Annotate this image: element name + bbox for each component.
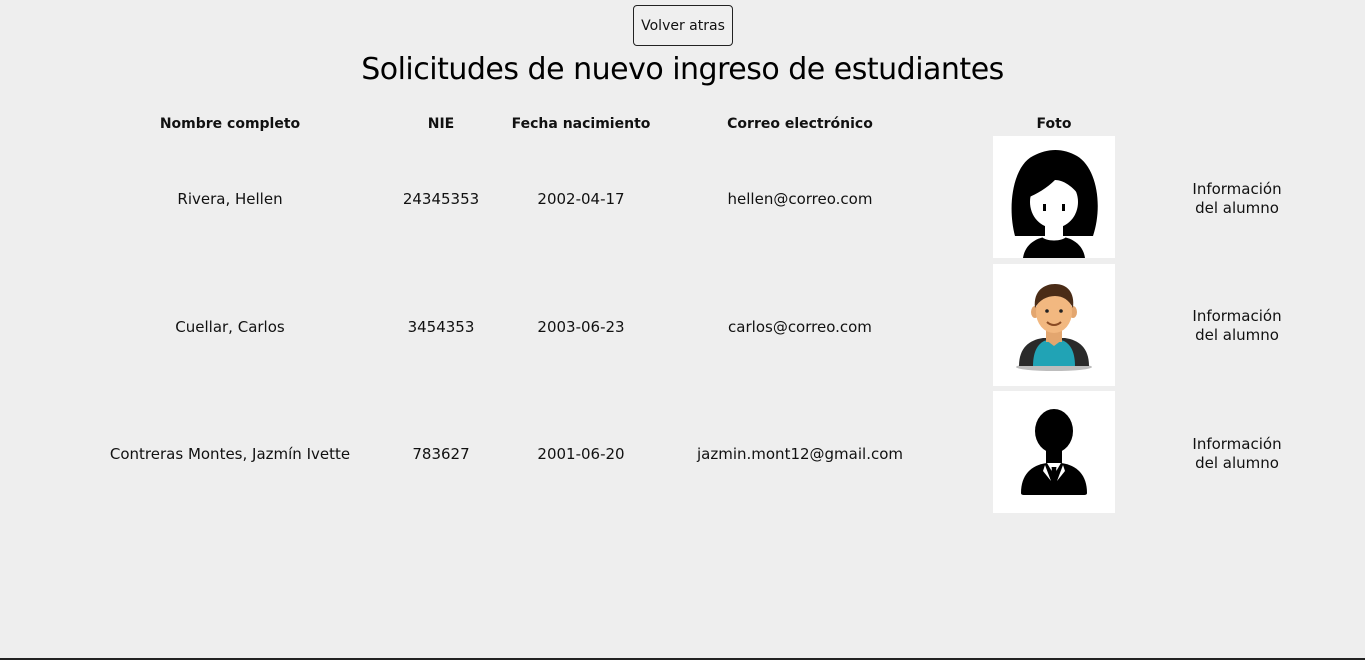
- column-header-photo: Foto: [1036, 116, 1072, 132]
- cell-email: carlos@correo.com: [728, 318, 872, 336]
- cell-name: Rivera, Hellen: [177, 190, 283, 208]
- column-header-nie: NIE: [427, 116, 455, 132]
- column-header-email: Correo electrónico: [727, 116, 873, 132]
- female-avatar-icon: [1011, 150, 1098, 258]
- cell-nie: 24345353: [402, 190, 480, 208]
- cell-nie: 3454353: [407, 318, 475, 336]
- column-header-birth: Fecha nacimiento: [511, 116, 651, 132]
- info-link-line2: del alumno: [1195, 326, 1279, 344]
- student-info-link[interactable]: Información del alumno: [1172, 180, 1302, 218]
- cell-birth: 2002-04-17: [537, 190, 625, 208]
- page-title: Solicitudes de nuevo ingreso de estudian…: [361, 52, 1004, 87]
- cell-email: jazmin.mont12@gmail.com: [696, 445, 903, 463]
- column-header-name: Nombre completo: [159, 116, 301, 132]
- info-link-line2: del alumno: [1195, 454, 1279, 472]
- male-avatar-icon: [1016, 284, 1092, 371]
- page: Volver atras Solicitudes de nuevo ingres…: [0, 0, 1365, 660]
- student-photo: [993, 136, 1115, 258]
- cell-email: hellen@correo.com: [727, 190, 873, 208]
- cell-birth: 2003-06-23: [537, 318, 625, 336]
- info-link-line1: Información: [1192, 307, 1282, 325]
- student-photo: [993, 391, 1115, 513]
- businessman-silhouette-icon: [1021, 409, 1087, 495]
- cell-birth: 2001-06-20: [537, 445, 625, 463]
- info-link-line1: Información: [1192, 435, 1282, 453]
- back-button[interactable]: Volver atras: [633, 5, 733, 46]
- student-photo: [993, 264, 1115, 386]
- cell-name: Contreras Montes, Jazmín Ivette: [109, 445, 351, 463]
- cell-name: Cuellar, Carlos: [175, 318, 285, 336]
- info-link-line1: Información: [1192, 180, 1282, 198]
- info-link-line2: del alumno: [1195, 199, 1279, 217]
- student-info-link[interactable]: Información del alumno: [1172, 307, 1302, 345]
- cell-nie: 783627: [412, 445, 470, 463]
- student-info-link[interactable]: Información del alumno: [1172, 435, 1302, 473]
